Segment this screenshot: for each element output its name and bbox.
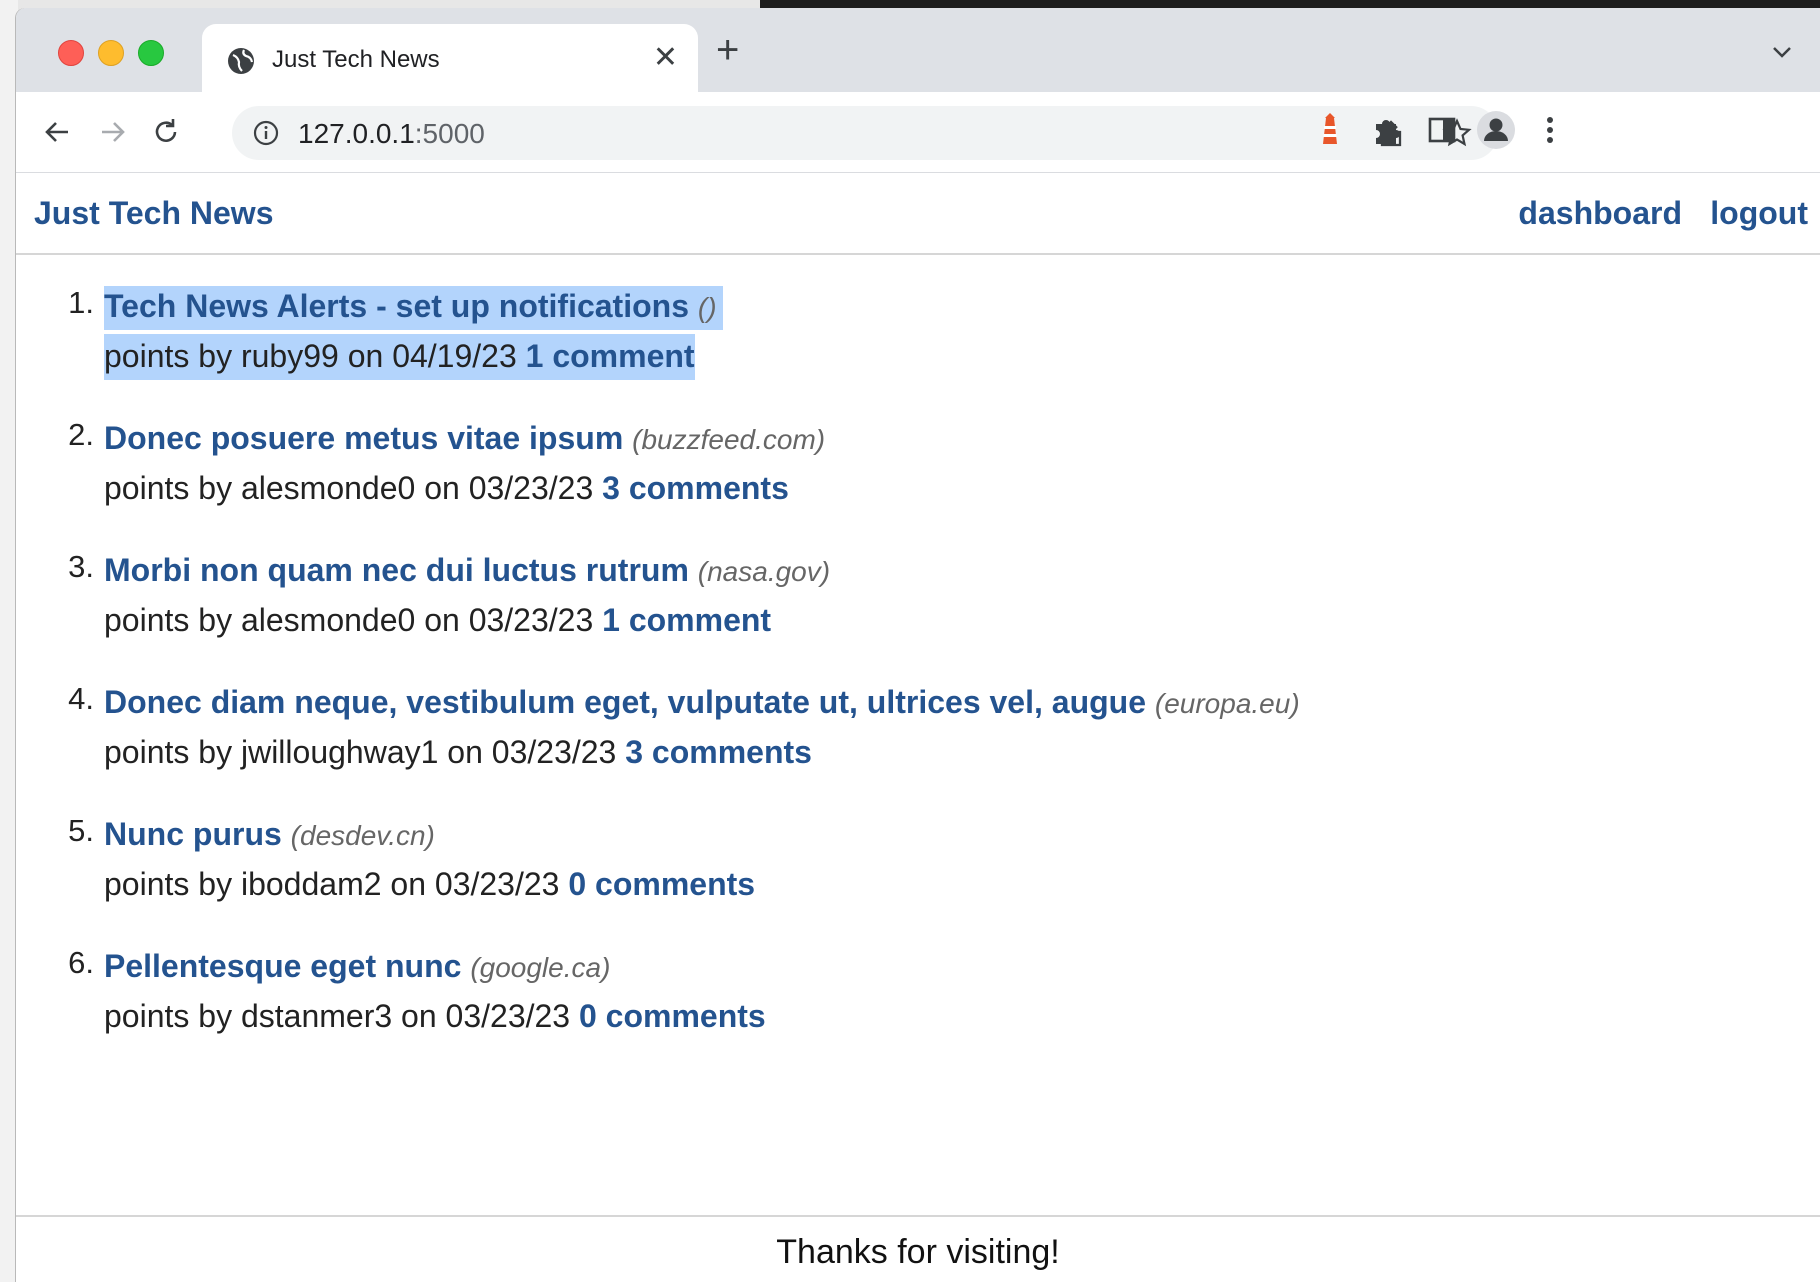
dashboard-link[interactable]: dashboard	[1518, 195, 1682, 232]
post-meta: points by ruby99 on 04/19/23	[104, 338, 517, 374]
tab-just-tech-news[interactable]: Just Tech News ✕	[202, 24, 698, 92]
new-tab-button[interactable]: +	[716, 28, 739, 73]
chevron-down-icon[interactable]	[1768, 38, 1796, 66]
post-number: 3.	[68, 549, 94, 584]
post-domain: (nasa.gov)	[697, 556, 831, 587]
close-window-button[interactable]	[58, 40, 84, 66]
post-item: 2. Donec posuere metus vitae ipsum (buzz…	[36, 417, 1736, 549]
footer-text: Thanks for visiting!	[776, 1233, 1060, 1271]
post-item: 3. Morbi non quam nec dui luctus rutrum …	[36, 549, 1736, 681]
reload-icon[interactable]	[146, 112, 186, 152]
tab-strip: Just Tech News ✕ +	[16, 8, 1820, 92]
site-brand-link[interactable]: Just Tech News	[34, 195, 273, 232]
post-item: 1. Tech News Alerts - set up notificatio…	[36, 285, 1736, 417]
back-arrow-icon[interactable]	[38, 112, 78, 152]
post-title-link[interactable]: Donec diam neque, vestibulum eget, vulpu…	[104, 684, 1146, 720]
lighthouse-extension-icon[interactable]	[1310, 110, 1350, 150]
post-meta: points by jwilloughway1 on 03/23/23	[104, 734, 617, 770]
zoom-window-button[interactable]	[138, 40, 164, 66]
post-title-link[interactable]: Tech News Alerts - set up notifications	[104, 288, 689, 324]
post-title-link[interactable]: Morbi non quam nec dui luctus rutrum	[104, 552, 689, 588]
puzzle-extensions-icon[interactable]	[1366, 110, 1406, 150]
post-comments-link[interactable]: 3 comments	[625, 734, 812, 770]
post-comments-link[interactable]: 1 comment	[602, 602, 771, 638]
post-item: 6. Pellentesque eget nunc (google.ca) po…	[36, 945, 1736, 1077]
minimize-window-button[interactable]	[98, 40, 124, 66]
post-title-link[interactable]: Nunc purus	[104, 816, 282, 852]
post-number: 4.	[68, 681, 94, 716]
post-number: 6.	[68, 945, 94, 980]
post-item: 5. Nunc purus (desdev.cn) points by ibod…	[36, 813, 1736, 945]
post-domain: (google.ca)	[470, 952, 611, 983]
post-meta: points by dstanmer3 on 03/23/23	[104, 998, 571, 1034]
profile-avatar-icon[interactable]	[1476, 110, 1516, 150]
post-domain: ()	[697, 292, 717, 323]
post-item: 4. Donec diam neque, vestibulum eget, vu…	[36, 681, 1736, 813]
site-header: Just Tech News dashboard logout	[16, 173, 1820, 255]
post-meta: points by iboddam2 on 03/23/23	[104, 866, 560, 902]
forward-arrow-icon[interactable]	[92, 112, 132, 152]
post-domain: (desdev.cn)	[290, 820, 435, 851]
globe-icon	[228, 48, 254, 74]
site-footer: Thanks for visiting!	[16, 1215, 1820, 1282]
post-meta: points by alesmonde0 on 03/23/23	[104, 602, 594, 638]
post-title-link[interactable]: Donec posuere metus vitae ipsum	[104, 420, 623, 456]
info-icon[interactable]	[252, 119, 280, 147]
browser-toolbar: 127.0.0.1:5000	[16, 92, 1820, 173]
address-bar[interactable]: 127.0.0.1:5000	[232, 106, 1498, 160]
logout-link[interactable]: logout	[1710, 195, 1808, 232]
post-domain: (europa.eu)	[1154, 688, 1300, 719]
post-list: 1. Tech News Alerts - set up notificatio…	[36, 285, 1736, 1077]
tab-title: Just Tech News	[272, 46, 440, 73]
page-content: Just Tech News dashboard logout 1. Tech …	[16, 173, 1820, 1282]
post-number: 2.	[68, 417, 94, 452]
post-domain: (buzzfeed.com)	[632, 424, 826, 455]
post-comments-link[interactable]: 3 comments	[602, 470, 789, 506]
post-number: 1.	[68, 285, 94, 320]
browser-window: Just Tech News ✕ + 127.0.0.1:5000 Just T…	[16, 8, 1820, 1282]
post-number: 5.	[68, 813, 94, 848]
side-panel-icon[interactable]	[1422, 110, 1462, 150]
url-text: 127.0.0.1:5000	[298, 118, 485, 149]
post-comments-link[interactable]: 0 comments	[568, 866, 755, 902]
post-comments-link[interactable]: 1 comment	[526, 338, 695, 374]
post-meta: points by alesmonde0 on 03/23/23	[104, 470, 594, 506]
close-tab-icon[interactable]: ✕	[653, 40, 678, 75]
post-title-link[interactable]: Pellentesque eget nunc	[104, 948, 461, 984]
post-comments-link[interactable]: 0 comments	[579, 998, 766, 1034]
more-menu-icon[interactable]	[1530, 110, 1570, 150]
